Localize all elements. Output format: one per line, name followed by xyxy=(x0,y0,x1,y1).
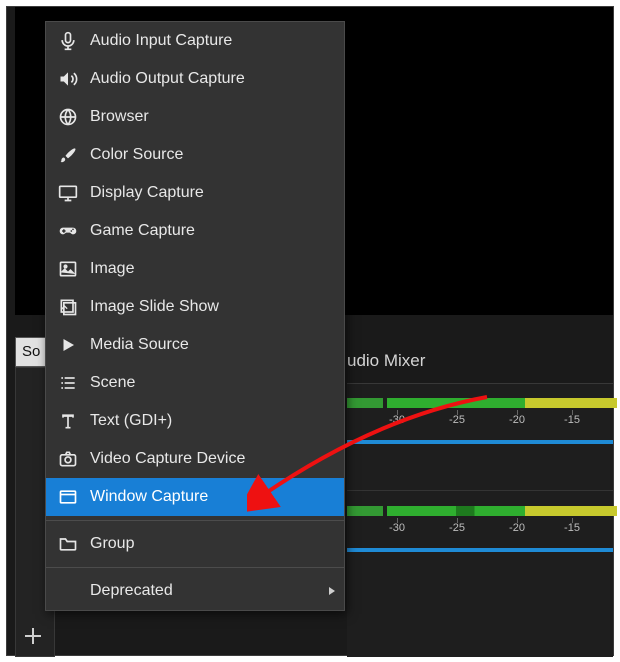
app-window: So udio Mixer -30 -25 -20 -15 xyxy=(6,6,614,656)
folder-icon xyxy=(46,534,90,554)
globe-icon xyxy=(46,107,90,127)
mixer-ticks-1: -30 -25 -20 -15 xyxy=(347,410,613,426)
list-icon xyxy=(46,373,90,393)
menu-item-label: Window Capture xyxy=(90,488,344,506)
play-icon xyxy=(46,336,90,354)
menu-item-brush[interactable]: Color Source xyxy=(46,136,344,174)
menu-item-label: Color Source xyxy=(90,146,344,164)
slides-icon xyxy=(46,297,90,317)
audio-mixer-panel: udio Mixer -30 -25 -20 -15 xyxy=(347,337,613,657)
menu-item-list[interactable]: Scene xyxy=(46,364,344,402)
window-icon xyxy=(46,487,90,507)
menu-item-label: Image xyxy=(90,260,344,278)
image-icon xyxy=(46,259,90,279)
brush-icon xyxy=(46,145,90,165)
menu-item-camera[interactable]: Video Capture Device xyxy=(46,440,344,478)
menu-item-text[interactable]: Text (GDI+) xyxy=(46,402,344,440)
mic-icon xyxy=(46,31,90,51)
menu-item-label: Video Capture Device xyxy=(90,450,344,468)
audio-mixer-body: -30 -25 -20 -15 -30 -25 -20 xyxy=(347,383,613,657)
mixer-track-2: -30 -25 -20 -15 xyxy=(347,492,613,576)
menu-separator xyxy=(46,567,344,568)
menu-item-label: Group xyxy=(90,535,344,553)
chevron-right-icon xyxy=(320,586,344,596)
menu-item-mic[interactable]: Audio Input Capture xyxy=(46,22,344,60)
menu-item-label: Browser xyxy=(90,108,344,126)
menu-item-label: Text (GDI+) xyxy=(90,412,344,430)
menu-item-gamepad[interactable]: Game Capture xyxy=(46,212,344,250)
sources-tab-label: So xyxy=(22,343,40,360)
menu-item-label: Game Capture xyxy=(90,222,344,240)
text-icon xyxy=(46,411,90,431)
mixer-track-1: -30 -25 -20 -15 xyxy=(347,384,613,468)
menu-item-slides[interactable]: Image Slide Show xyxy=(46,288,344,326)
menu-item-label: Scene xyxy=(90,374,344,392)
menu-item-group[interactable]: Group xyxy=(46,525,344,563)
sources-tab[interactable]: So xyxy=(15,337,47,367)
volume-slider-2[interactable] xyxy=(347,548,613,552)
menu-item-label: Deprecated xyxy=(90,582,320,600)
menu-item-play[interactable]: Media Source xyxy=(46,326,344,364)
menu-item-deprecated[interactable]: Deprecated xyxy=(46,572,344,610)
menu-item-speaker[interactable]: Audio Output Capture xyxy=(46,60,344,98)
menu-item-label: Image Slide Show xyxy=(90,298,344,316)
mixer-ticks-2: -30 -25 -20 -15 xyxy=(347,518,613,534)
menu-item-image[interactable]: Image xyxy=(46,250,344,288)
volume-slider-1[interactable] xyxy=(347,440,613,444)
gamepad-icon xyxy=(46,221,90,241)
add-source-button[interactable] xyxy=(18,620,48,652)
menu-item-label: Audio Input Capture xyxy=(90,32,344,50)
menu-item-label: Display Capture xyxy=(90,184,344,202)
menu-item-monitor[interactable]: Display Capture xyxy=(46,174,344,212)
speaker-icon xyxy=(46,69,90,89)
plus-icon xyxy=(24,627,42,645)
monitor-icon xyxy=(46,183,90,203)
menu-item-label: Audio Output Capture xyxy=(90,70,344,88)
camera-icon xyxy=(46,449,90,469)
add-source-menu[interactable]: Audio Input Capture Audio Output Capture B… xyxy=(45,21,345,611)
menu-item-window[interactable]: Window Capture xyxy=(46,478,344,516)
audio-mixer-title: udio Mixer xyxy=(347,351,425,371)
menu-item-globe[interactable]: Browser xyxy=(46,98,344,136)
menu-item-label: Media Source xyxy=(90,336,344,354)
menu-separator xyxy=(46,520,344,521)
